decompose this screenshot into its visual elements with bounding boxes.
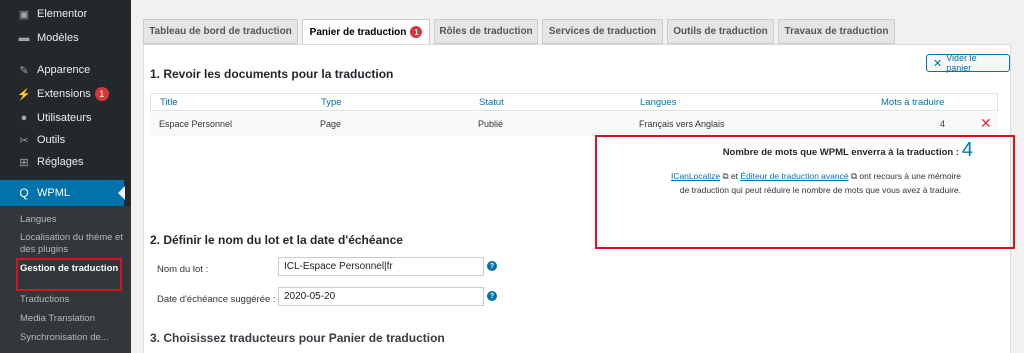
sidebar-item-utilisateurs[interactable]: ● Utilisateurs [0, 106, 131, 130]
section-translators-title: 3. Choisissez traducteurs pour Panier de… [150, 331, 445, 345]
sidebar-item-outils[interactable]: ✂ Outils [0, 128, 131, 152]
external-link-icon: ⧉ [850, 171, 858, 181]
submenu-synchronisation[interactable]: Synchronisation de... [20, 332, 128, 346]
word-count-number: 4 [961, 139, 973, 161]
row-languages: Français vers Anglais [639, 119, 725, 129]
tab-travaux[interactable]: Travaux de traduction [778, 19, 895, 44]
deadline-input[interactable]: 2020-05-20 [278, 287, 484, 306]
col-title[interactable]: Title [160, 97, 178, 108]
advanced-editor-link[interactable]: Éditeur de traduction avancé [740, 171, 848, 181]
basket-count-badge: 1 [410, 26, 423, 38]
table-row: Espace Personnel Page Publié Français ve… [150, 112, 998, 136]
word-count-description: ICanLocalize ⧉ et Éditeur de traduction … [670, 171, 961, 195]
help-icon[interactable]: ? [487, 291, 497, 301]
tab-tableau-de-bord[interactable]: Tableau de bord de traduction [143, 19, 298, 44]
clear-basket-button[interactable]: ✕ Vider le panier [926, 53, 1010, 73]
sidebar-item-apparence[interactable]: ✎ Apparence [0, 58, 131, 82]
batch-name-label: Nom du lot : [157, 264, 209, 275]
table-header: Title Type Statut Langues Mots à traduir… [150, 93, 998, 111]
settings-icon: ⊞ [19, 156, 29, 169]
word-count-title: Nombre de mots que WPML enverra à la tra… [722, 147, 959, 158]
main-content: Tableau de bord de traduction Panier de … [131, 0, 1024, 353]
tab-services[interactable]: Services de traduction [542, 19, 663, 44]
sidebar-item-extensions[interactable]: ⚡ Extensions 1 [0, 82, 131, 106]
row-status: Publié [478, 119, 504, 129]
word-count-box: Nombre de mots que WPML enverra à la tra… [595, 135, 1015, 249]
external-link-icon: ⧉ [722, 171, 729, 181]
col-words[interactable]: Mots à traduire [881, 97, 944, 108]
current-menu-arrow [118, 186, 125, 200]
section-review-title: 1. Revoir les documents pour la traducti… [150, 67, 394, 81]
paintbrush-icon: ✎ [19, 64, 29, 77]
row-type: Page [320, 119, 342, 129]
help-icon[interactable]: ? [487, 261, 497, 271]
close-icon: ✕ [933, 57, 943, 70]
submenu-traductions[interactable]: Traductions [20, 294, 128, 306]
row-words: 4 [940, 119, 946, 129]
section-batch-title: 2. Définir le nom du lot et la date d'éc… [150, 233, 403, 247]
sidebar-item-modeles[interactable]: ▬ Modèles [0, 26, 131, 50]
sidebar-item-reglages[interactable]: ⊞ Réglages [0, 150, 131, 174]
submenu-media-translation[interactable]: Media Translation [20, 313, 128, 325]
deadline-label: Date d'échéance suggérée : [157, 294, 276, 305]
tab-outils[interactable]: Outils de traduction [667, 19, 774, 44]
wrench-icon: ✂ [19, 134, 29, 147]
gestion-highlight-box [16, 258, 122, 291]
submenu-localisation[interactable]: Localisation du thème et des plugins [20, 232, 128, 256]
users-icon: ● [20, 112, 28, 124]
icanlocalize-link[interactable]: ICanLocalize [671, 171, 720, 181]
extensions-update-badge: 1 [94, 87, 109, 101]
sidebar-item-wpml[interactable]: Q WPML [0, 180, 124, 206]
sidebar-item-elementor[interactable]: ▣ Elementor [0, 2, 131, 26]
tab-panier[interactable]: Panier de traduction 1 [302, 19, 430, 45]
row-title: Espace Personnel [159, 119, 233, 129]
col-status[interactable]: Statut [479, 97, 504, 108]
folder-icon: ▬ [18, 32, 30, 44]
batch-name-input[interactable]: ICL-Espace Personnel|fr [278, 257, 484, 276]
plugin-icon: ⚡ [17, 88, 31, 101]
wpml-icon: Q [19, 186, 29, 200]
submenu-langues[interactable]: Langues [20, 214, 128, 226]
remove-item-icon[interactable]: ✕ [980, 115, 992, 132]
col-type[interactable]: Type [321, 97, 342, 108]
col-languages[interactable]: Langues [640, 97, 676, 108]
elementor-icon: ▣ [18, 8, 30, 21]
basket-panel: ✕ Vider le panier 1. Revoir les document… [143, 44, 1015, 353]
tab-roles[interactable]: Rôles de traduction [434, 19, 538, 44]
